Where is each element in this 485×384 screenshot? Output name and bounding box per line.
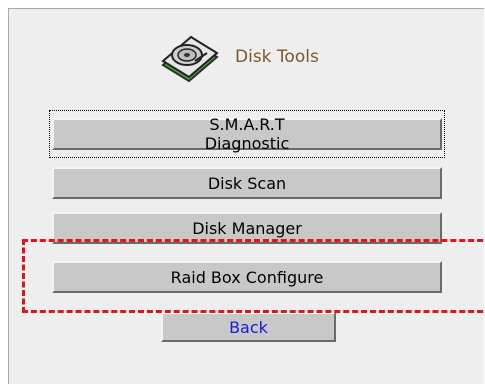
smart-diagnostic-label: S.M.A.R.T Diagnostic — [49, 110, 445, 158]
page-title: Disk Tools — [235, 47, 319, 67]
disk-scan-button[interactable]: Disk Scan — [52, 167, 442, 199]
back-label: Back — [229, 317, 268, 337]
disk-manager-button[interactable]: Disk Manager — [52, 212, 442, 244]
disk-scan-label: Disk Scan — [207, 173, 287, 193]
back-button[interactable]: Back — [161, 312, 336, 342]
smart-diagnostic-button[interactable]: S.M.A.R.T Diagnostic — [49, 110, 445, 158]
hard-disk-icon — [161, 35, 219, 83]
header: Disk Tools — [159, 31, 319, 83]
raid-box-configure-label: Raid Box Configure — [170, 267, 324, 287]
disk-manager-label: Disk Manager — [192, 218, 302, 238]
raid-box-configure-button[interactable]: Raid Box Configure — [52, 261, 442, 293]
